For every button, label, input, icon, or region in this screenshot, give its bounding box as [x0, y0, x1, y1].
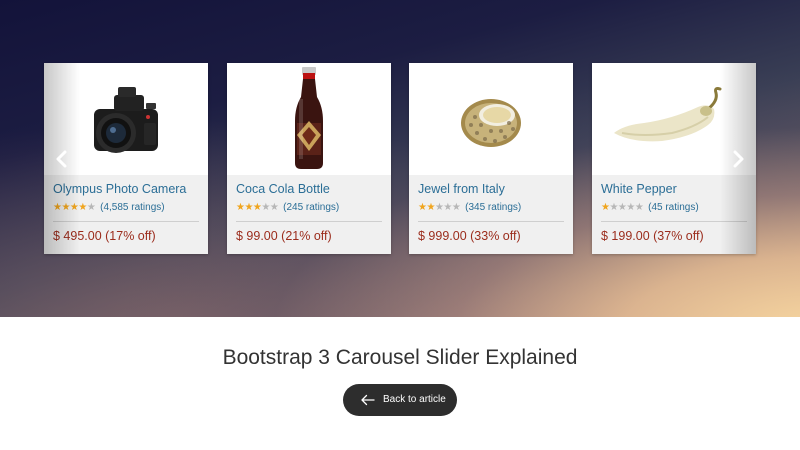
- divider: [418, 221, 564, 222]
- back-to-article-button[interactable]: Back to article: [343, 384, 457, 416]
- star-rating-icon: ★★★★★: [601, 202, 644, 213]
- chevron-left-icon[interactable]: [52, 149, 72, 169]
- product-price: $ 999.00 (33% off): [418, 229, 521, 243]
- bottle-image: [227, 63, 391, 175]
- divider: [601, 221, 747, 222]
- product-card[interactable]: White Pepper ★★★★★ (45 ratings) $ 199.00…: [592, 63, 756, 254]
- product-card[interactable]: Jewel from Italy ★★★★★ (345 ratings) $ 9…: [409, 63, 573, 254]
- product-price: $ 199.00 (37% off): [601, 229, 704, 243]
- product-rating: ★★★★★ (45 ratings): [601, 202, 747, 214]
- product-title[interactable]: Jewel from Italy: [418, 182, 564, 197]
- product-title[interactable]: Olympus Photo Camera: [53, 182, 199, 197]
- star-rating-icon: ★★★★★: [53, 202, 96, 213]
- page-title: Bootstrap 3 Carousel Slider Explained: [222, 346, 578, 369]
- product-rating: ★★★★★ (345 ratings): [418, 202, 564, 214]
- product-card[interactable]: Coca Cola Bottle ★★★★★ (245 ratings) $ 9…: [227, 63, 391, 254]
- star-rating-icon: ★★★★★: [236, 202, 279, 213]
- product-price: $ 99.00 (21% off): [236, 229, 332, 243]
- ratings-count: (245 ratings): [283, 202, 340, 213]
- ratings-count: (4,585 ratings): [100, 202, 165, 213]
- star-rating-icon: ★★★★★: [418, 202, 461, 213]
- product-rating: ★★★★★ (4,585 ratings): [53, 202, 199, 214]
- product-rating: ★★★★★ (245 ratings): [236, 202, 382, 214]
- product-title[interactable]: White Pepper: [601, 182, 747, 197]
- product-price: $ 495.00 (17% off): [53, 229, 156, 243]
- product-carousel: Olympus Photo Camera ★★★★★ (4,585 rating…: [44, 63, 756, 255]
- hero-background: Olympus Photo Camera ★★★★★ (4,585 rating…: [0, 0, 800, 317]
- bracelet-image: [409, 63, 573, 175]
- ratings-count: (345 ratings): [465, 202, 522, 213]
- ratings-count: (45 ratings): [648, 202, 699, 213]
- divider: [53, 221, 199, 222]
- back-button-label: Back to article: [383, 394, 446, 405]
- product-card[interactable]: Olympus Photo Camera ★★★★★ (4,585 rating…: [44, 63, 208, 254]
- product-title[interactable]: Coca Cola Bottle: [236, 182, 382, 197]
- divider: [236, 221, 382, 222]
- arrow-left-icon: [361, 394, 375, 406]
- chevron-right-icon[interactable]: [728, 149, 748, 169]
